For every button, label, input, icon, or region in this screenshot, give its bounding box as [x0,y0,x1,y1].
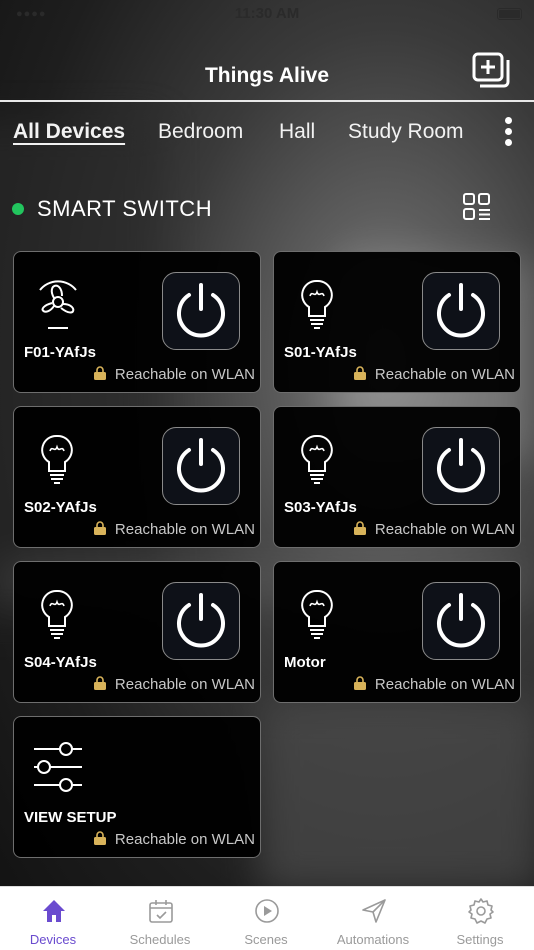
device-status-text: Reachable on WLAN [374,521,515,538]
device-card[interactable]: S04-YAfJs Reachable on WLAN [13,561,261,703]
play-icon [255,899,279,923]
bulb-icon [41,434,73,484]
device-name: VIEW SETUP [24,809,117,826]
more-options-button[interactable] [500,114,516,148]
device-name: F01-YAfJs [24,344,96,361]
bottom-tab-bar: Devices Schedules Scenes Automations Set… [0,886,534,950]
app-header: Things Alive [0,40,534,102]
nav-label: Devices [29,932,77,947]
tab-study-room[interactable]: Study Room [348,120,464,144]
bulb-icon [301,434,333,484]
device-status: Reachable on WLAN [93,366,255,383]
lock-icon [93,366,106,380]
device-name: S04-YAfJs [24,654,97,671]
nav-label: Automations [336,932,410,947]
device-card[interactable]: S01-YAfJs Reachable on WLAN [273,251,521,393]
power-toggle-button[interactable] [162,427,240,505]
device-status-text: Reachable on WLAN [374,676,515,693]
lock-icon [353,366,366,380]
device-card[interactable]: Motor Reachable on WLAN [273,561,521,703]
device-status: Reachable on WLAN [93,831,255,848]
device-status: Reachable on WLAN [353,676,515,693]
device-card[interactable]: S03-YAfJs Reachable on WLAN [273,406,521,548]
device-card[interactable]: F01-YAfJs Reachable on WLAN [13,251,261,393]
power-toggle-button[interactable] [422,272,500,350]
online-status-dot [12,203,24,215]
status-time: 11:30 AM [234,5,300,22]
device-status: Reachable on WLAN [353,366,515,383]
room-tabs: All Devices Bedroom Hall Study Room [0,108,534,158]
power-toggle-button[interactable] [422,427,500,505]
nav-label: Scenes [244,932,288,947]
nav-devices[interactable]: Devices [0,887,106,950]
device-card[interactable]: S02-YAfJs Reachable on WLAN [13,406,261,548]
add-device-icon [472,52,510,88]
device-name: S03-YAfJs [284,499,357,516]
bulb-icon [301,279,333,329]
grid-list-icon [463,193,490,220]
lock-icon [93,521,106,535]
section-title: SMART SWITCH [37,196,213,221]
lock-icon [93,676,106,690]
bulb-icon [301,589,333,639]
nav-settings[interactable]: Settings [427,887,533,950]
fan-icon [39,280,77,329]
device-name: S01-YAfJs [284,344,357,361]
device-name: S02-YAfJs [24,499,97,516]
device-status-text: Reachable on WLAN [114,831,255,848]
power-icon [437,438,485,493]
home-icon [43,900,65,922]
power-icon [437,593,485,648]
device-status: Reachable on WLAN [93,521,255,538]
section-header: SMART SWITCH [0,188,534,228]
add-device-button[interactable] [472,52,512,88]
tab-hall[interactable]: Hall [279,120,315,144]
status-bar: ●●●● 11:30 AM [0,0,534,28]
power-icon [437,283,485,338]
power-icon [177,438,225,493]
device-name: Motor [284,654,326,671]
power-toggle-button[interactable] [422,582,500,660]
nav-scenes[interactable]: Scenes [213,887,319,950]
device-status-text: Reachable on WLAN [374,366,515,383]
calendar-icon [149,900,173,923]
sliders-icon [34,742,82,792]
nav-automations[interactable]: Automations [320,887,426,950]
nav-schedules[interactable]: Schedules [107,887,213,950]
tab-bedroom[interactable]: Bedroom [158,120,243,144]
power-icon [177,283,225,338]
device-status: Reachable on WLAN [353,521,515,538]
device-status-text: Reachable on WLAN [114,521,255,538]
lock-icon [353,521,366,535]
power-toggle-button[interactable] [162,582,240,660]
power-icon [177,593,225,648]
device-status: Reachable on WLAN [93,676,255,693]
page-title: Things Alive [204,64,330,87]
gear-icon [468,898,494,924]
nav-label: Schedules [129,932,191,947]
power-toggle-button[interactable] [162,272,240,350]
send-icon [362,899,386,923]
tab-all-devices[interactable]: All Devices [13,120,125,144]
view-setup-card[interactable]: VIEW SETUP Reachable on WLAN [13,716,261,858]
lock-icon [93,831,106,845]
device-status-text: Reachable on WLAN [114,676,255,693]
battery-icon [497,8,522,20]
lock-icon [353,676,366,690]
device-status-text: Reachable on WLAN [114,366,255,383]
layout-toggle-button[interactable] [462,192,492,222]
nav-label: Settings [456,932,504,947]
bulb-icon [41,589,73,639]
